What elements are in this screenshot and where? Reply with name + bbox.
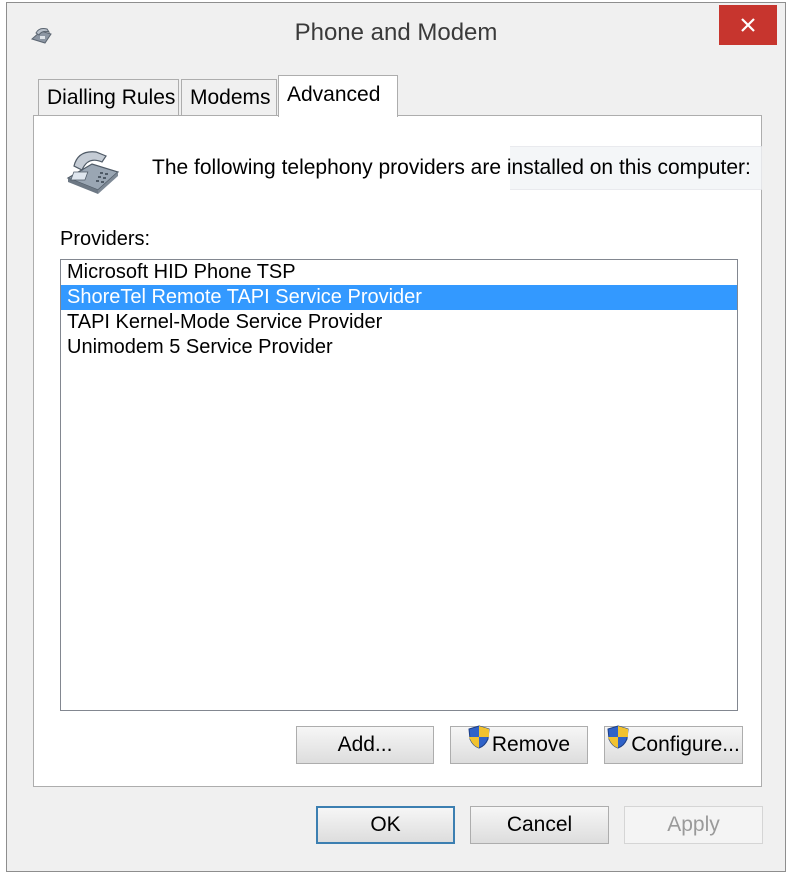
tab-modems[interactable]: Modems (181, 79, 277, 115)
tab-advanced[interactable]: Advanced (278, 75, 398, 117)
cancel-button-label: Cancel (506, 813, 573, 836)
add-button-label: Add... (337, 733, 393, 756)
close-button[interactable] (719, 5, 777, 45)
ok-button-label: OK (370, 813, 401, 836)
phone-and-modem-dialog: Phone and Modem Dialling Rules Modems Ad… (6, 2, 786, 872)
advanced-tab-panel: The following telephony providers are in… (33, 115, 762, 787)
configure-button[interactable]: Configure... (604, 725, 743, 764)
configure-button-label: Configure... (631, 733, 740, 756)
title-bar[interactable]: Phone and Modem (7, 3, 785, 65)
add-button[interactable]: Add... (296, 726, 434, 764)
window-title: Phone and Modem (294, 19, 498, 46)
list-item[interactable]: Microsoft HID Phone TSP (61, 260, 737, 285)
apply-button-label: Apply (667, 813, 720, 836)
list-item[interactable]: ShoreTel Remote TAPI Service Provider (61, 285, 737, 310)
uac-shield-icon (607, 725, 629, 761)
cancel-button[interactable]: Cancel (470, 806, 609, 844)
tab-dialling-rules[interactable]: Dialling Rules (38, 79, 179, 115)
ok-button[interactable]: OK (316, 806, 455, 844)
uac-shield-icon (468, 725, 490, 761)
intro-text: The following telephony providers are in… (152, 156, 751, 179)
remove-button[interactable]: Remove (450, 725, 588, 764)
list-item[interactable]: Unimodem 5 Service Provider (61, 335, 737, 360)
telephone-icon (62, 144, 122, 199)
list-item[interactable]: TAPI Kernel-Mode Service Provider (61, 310, 737, 335)
remove-button-label: Remove (491, 733, 571, 756)
providers-label: Providers: (60, 228, 151, 250)
apply-button[interactable]: Apply (624, 806, 763, 844)
providers-list[interactable]: Microsoft HID Phone TSP ShoreTel Remote … (60, 259, 738, 711)
close-icon (741, 18, 755, 32)
